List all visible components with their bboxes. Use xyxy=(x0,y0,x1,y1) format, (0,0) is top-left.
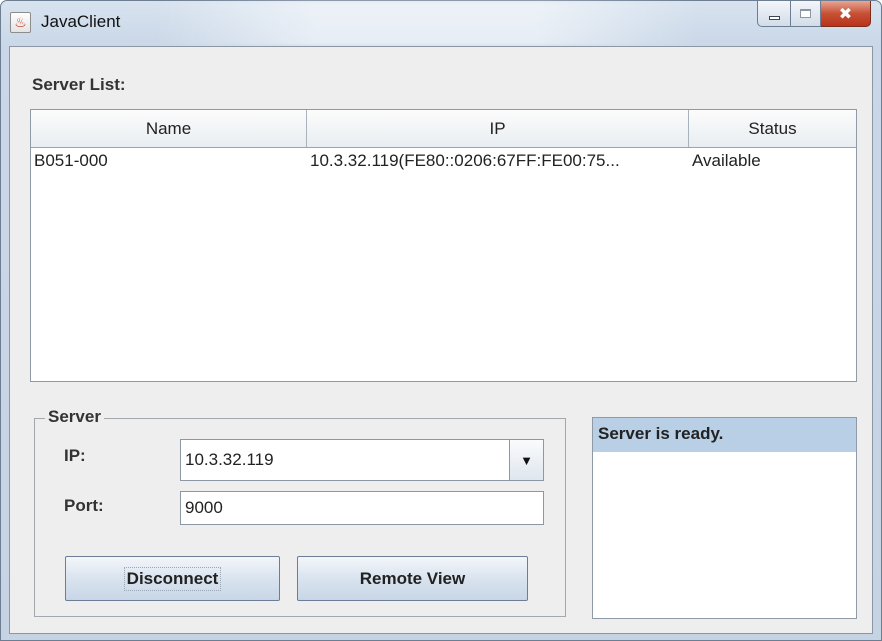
server-group-box: Server IP: 10.3.32.119 ▼ Port: 9000 Disc… xyxy=(34,407,566,617)
table-header: Name IP Status xyxy=(31,110,856,148)
background-window-blur xyxy=(151,1,701,46)
port-field[interactable]: 9000 xyxy=(180,491,544,525)
minimize-button[interactable] xyxy=(757,1,791,27)
maximize-button[interactable] xyxy=(791,1,821,27)
column-header-status[interactable]: Status xyxy=(689,110,856,147)
minimize-icon xyxy=(768,15,780,20)
disconnect-button[interactable]: Disconnect xyxy=(65,556,280,601)
disconnect-button-label: Disconnect xyxy=(123,566,222,591)
caption-buttons: ✖ xyxy=(757,1,871,28)
java-cup-icon: ♨ xyxy=(10,12,31,33)
server-group-title: Server xyxy=(45,407,104,427)
column-header-ip[interactable]: IP xyxy=(307,110,689,147)
ip-combobox[interactable]: 10.3.32.119 ▼ xyxy=(180,439,544,481)
close-icon: ✖ xyxy=(838,5,853,23)
server-list-table[interactable]: Name IP Status B051-000 10.3.32.119(FE80… xyxy=(30,109,857,382)
cell-status: Available xyxy=(692,151,761,170)
main-content-panel: Server List: Name IP Status B051-000 10.… xyxy=(9,46,873,634)
window-title: JavaClient xyxy=(41,12,121,31)
server-list-label: Server List: xyxy=(32,75,126,94)
ip-label: IP: xyxy=(64,446,86,465)
table-row[interactable]: B051-000 10.3.32.119(FE80::0206:67FF:FE0… xyxy=(31,148,856,174)
close-button[interactable]: ✖ xyxy=(821,1,871,27)
cell-ip: 10.3.32.119(FE80::0206:67FF:FE00:75... xyxy=(310,151,620,170)
status-message[interactable]: Server is ready. xyxy=(593,418,856,452)
column-header-name[interactable]: Name xyxy=(31,110,307,147)
status-log-panel[interactable]: Server is ready. xyxy=(592,417,857,619)
ip-combobox-value: 10.3.32.119 xyxy=(185,450,274,469)
cell-name: B051-000 xyxy=(34,151,108,170)
java-client-window: ♨ JavaClient ✖ Server List: Name IP Stat… xyxy=(0,0,882,641)
title-bar[interactable]: ♨ JavaClient ✖ xyxy=(1,1,881,46)
remote-view-button[interactable]: Remote View xyxy=(297,556,528,601)
maximize-icon xyxy=(800,9,811,18)
port-label: Port: xyxy=(64,496,104,515)
ip-dropdown-button[interactable]: ▼ xyxy=(509,440,543,480)
caret-down-icon: ▼ xyxy=(520,452,533,468)
